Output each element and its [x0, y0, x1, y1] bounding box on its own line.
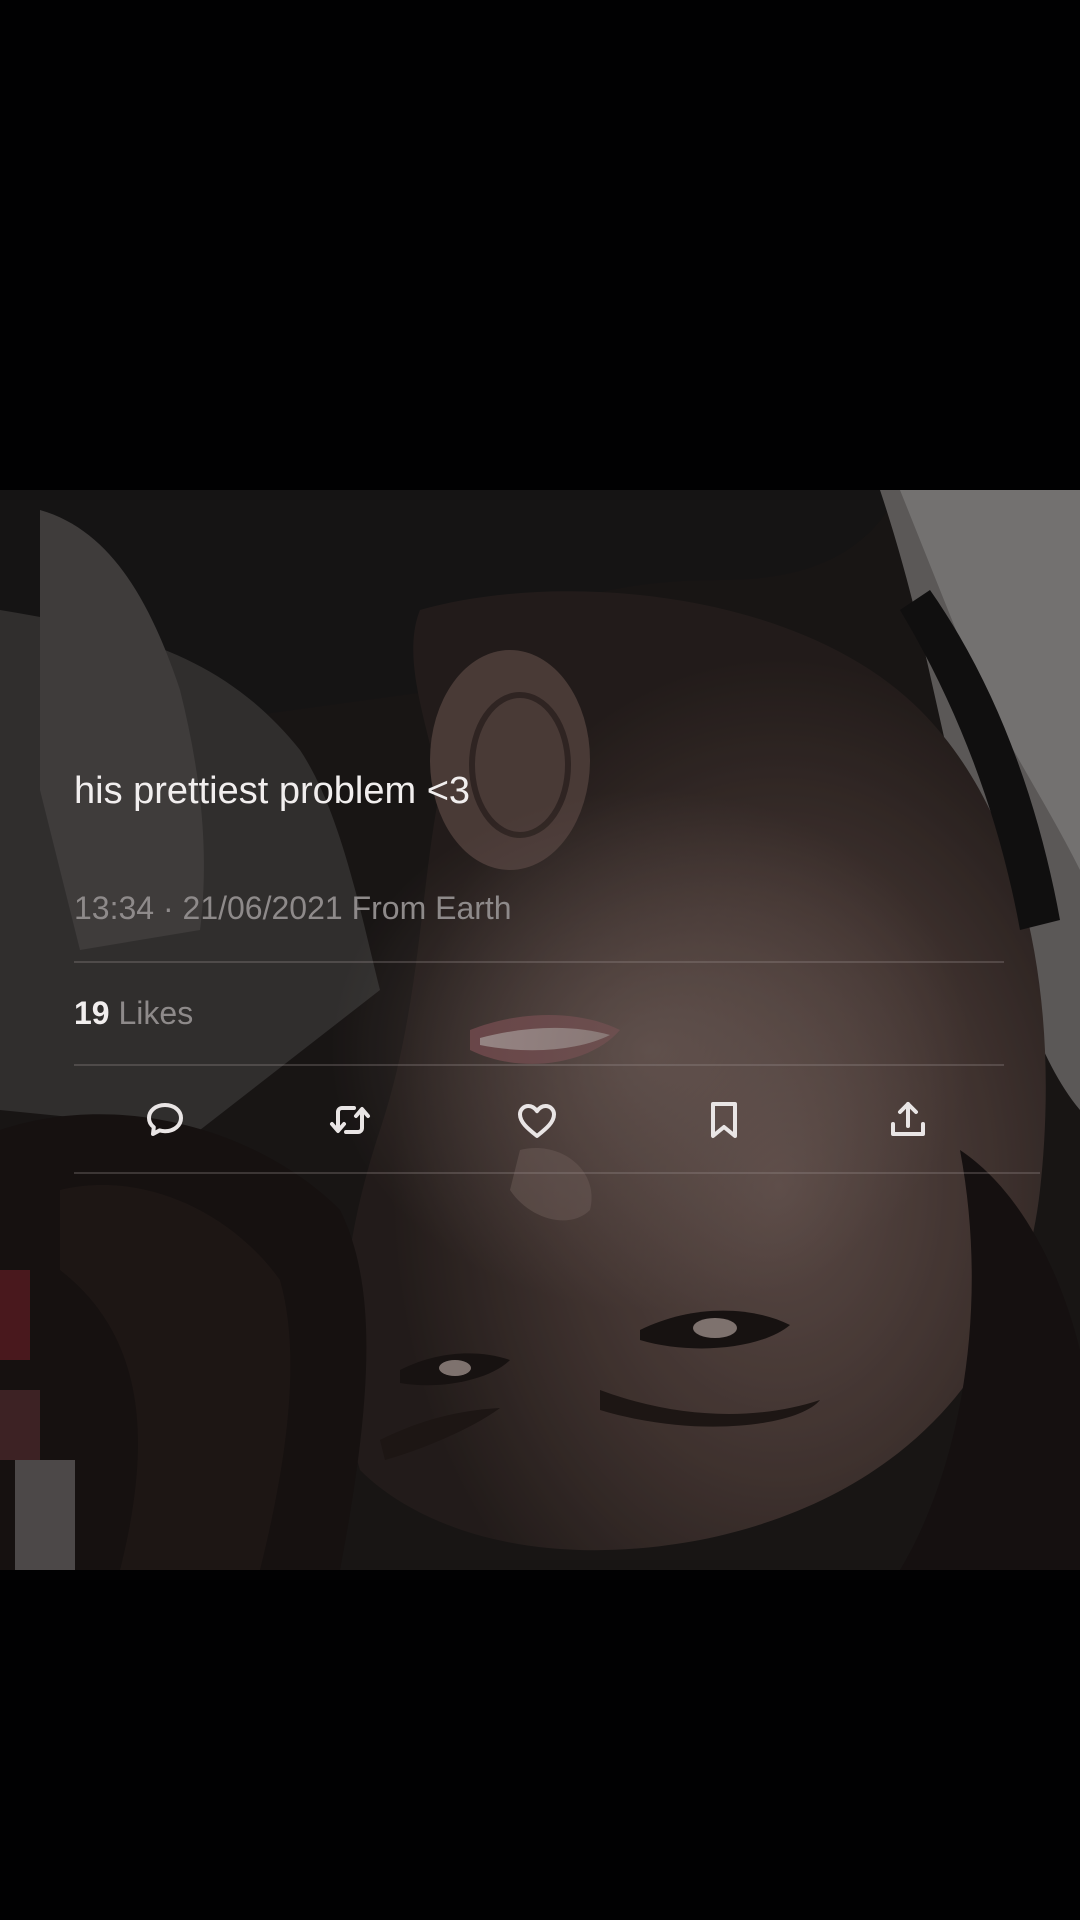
- comment-icon: [147, 1103, 183, 1136]
- likes-count: 19: [74, 995, 110, 1031]
- likes-row[interactable]: 19 Likes: [74, 989, 193, 1037]
- divider-top: [74, 961, 1004, 963]
- divider-middle: [74, 1064, 1004, 1066]
- tweet-source: From Earth: [351, 890, 512, 926]
- retweet-icon: [330, 1106, 370, 1134]
- tweet-text: his prettiest problem <3: [74, 770, 471, 812]
- like-button[interactable]: [505, 1088, 569, 1152]
- reply-button[interactable]: [133, 1088, 197, 1152]
- share-button[interactable]: [876, 1088, 940, 1152]
- heart-icon: [518, 1104, 556, 1138]
- story-frame: his prettiest problem <3 13:34 · 21/06/2…: [0, 0, 1080, 1920]
- share-icon: [891, 1102, 925, 1136]
- retweet-button[interactable]: [318, 1088, 382, 1152]
- meta-separator: ·: [162, 890, 174, 926]
- bookmark-button[interactable]: [692, 1088, 756, 1152]
- bookmark-icon: [711, 1102, 737, 1138]
- likes-label: Likes: [118, 995, 194, 1031]
- divider-bottom: [74, 1172, 1040, 1174]
- tweet-timestamp: 13:34 · 21/06/2021 From Earth: [74, 884, 512, 932]
- tweet-time: 13:34: [74, 890, 155, 926]
- action-bar: [0, 1088, 1080, 1152]
- tweet-date: 21/06/2021: [182, 890, 343, 926]
